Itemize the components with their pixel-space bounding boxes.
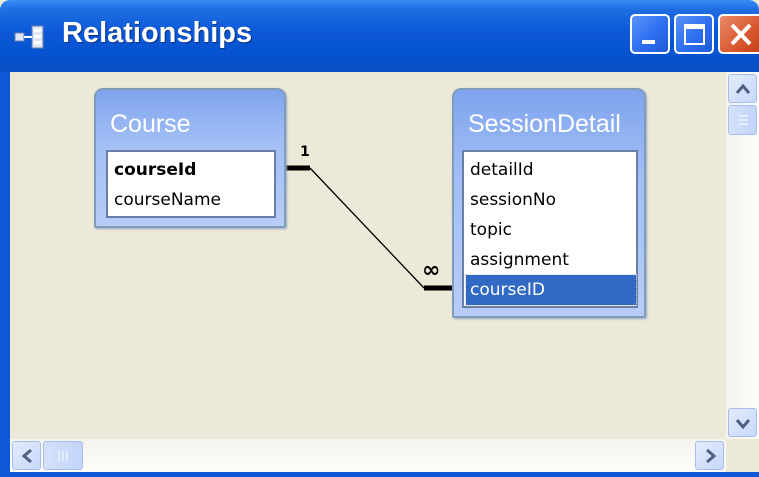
vertical-scrollbar[interactable] [726, 72, 759, 439]
horizontal-scroll-thumb[interactable] [43, 441, 83, 470]
field-courseid[interactable]: courseId [114, 155, 196, 185]
table-sessiondetail-title: SessionDetail [468, 110, 621, 138]
field-detailid[interactable]: detailId [470, 155, 534, 185]
relationships-window: Relationships 1 ∞ Course courseId course… [0, 0, 759, 477]
field-coursename[interactable]: courseName [114, 185, 221, 215]
minimize-icon [642, 40, 655, 44]
scroll-down-button[interactable] [728, 408, 757, 437]
window-border [0, 72, 10, 472]
field-sessionno[interactable]: sessionNo [470, 185, 556, 215]
grip-icon [58, 451, 68, 461]
scroll-left-button[interactable] [12, 441, 41, 470]
window-title: Relationships [62, 17, 253, 49]
minimize-button[interactable] [630, 14, 670, 54]
table-course-title: Course [110, 110, 191, 138]
course-field-list[interactable]: courseId courseName [106, 150, 276, 218]
maximize-icon [684, 24, 705, 45]
scrollbar-corner [726, 439, 759, 472]
scroll-up-button[interactable] [728, 74, 757, 103]
close-icon [730, 23, 752, 46]
scroll-right-button[interactable] [695, 441, 724, 470]
grip-icon [738, 115, 748, 125]
horizontal-scrollbar[interactable] [10, 439, 726, 472]
relationships-icon [14, 24, 48, 50]
field-assignment[interactable]: assignment [470, 245, 569, 275]
scroll-right-icon [706, 448, 717, 464]
field-topic[interactable]: topic [470, 215, 512, 245]
scroll-left-icon [21, 448, 32, 464]
maximize-button[interactable] [674, 14, 714, 54]
sessiondetail-field-list[interactable]: detailId sessionNo topic assignment cour… [462, 150, 638, 308]
vertical-scroll-thumb[interactable] [728, 105, 757, 135]
window-border [0, 472, 759, 477]
many-cardinality-label: ∞ [422, 258, 441, 283]
table-sessiondetail[interactable]: SessionDetail detailId sessionNo topic a… [452, 88, 646, 318]
table-course[interactable]: Course courseId courseName [94, 88, 286, 228]
scroll-down-icon [735, 419, 751, 430]
scroll-up-icon [735, 83, 751, 94]
field-courseid-selected[interactable]: courseID [465, 274, 637, 306]
one-cardinality-label: 1 [300, 144, 310, 160]
close-button[interactable] [718, 14, 759, 54]
title-bar[interactable]: Relationships [0, 0, 759, 72]
relationships-canvas[interactable]: 1 ∞ Course courseId courseName SessionDe… [10, 72, 726, 439]
